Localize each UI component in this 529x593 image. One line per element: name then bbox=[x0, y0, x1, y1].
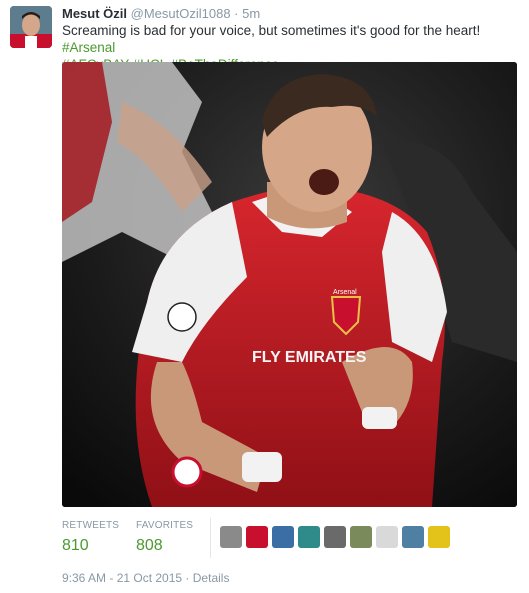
retweets-stat[interactable]: RETWEETS 810 bbox=[62, 520, 119, 555]
tweet: Mesut Özil @MesutOzil1088 · 5m Screaming… bbox=[0, 0, 529, 593]
hashtag-arsenal[interactable]: #Arsenal bbox=[62, 40, 115, 55]
tweet-photo[interactable]: FLY EMIRATES Arsenal bbox=[62, 62, 517, 507]
retweeter-avatar[interactable] bbox=[272, 526, 294, 548]
footer-separator: · bbox=[185, 571, 190, 585]
favorites-label: FAVORITES bbox=[136, 520, 194, 531]
retweeter-avatar[interactable] bbox=[428, 526, 450, 548]
retweeter-avatar[interactable] bbox=[350, 526, 372, 548]
header-separator: · bbox=[234, 6, 239, 21]
tweet-age[interactable]: 5m bbox=[242, 6, 260, 21]
retweets-count: 810 bbox=[62, 537, 89, 554]
retweeter-avatar[interactable] bbox=[324, 526, 346, 548]
retweeter-avatar[interactable] bbox=[298, 526, 320, 548]
retweeter-avatar[interactable] bbox=[376, 526, 398, 548]
tweet-timestamp[interactable]: 9:36 AM - 21 Oct 2015 bbox=[62, 571, 182, 585]
retweets-label: RETWEETS bbox=[62, 520, 120, 531]
tweet-header: Mesut Özil @MesutOzil1088 · 5m bbox=[62, 6, 260, 22]
avatar[interactable] bbox=[10, 6, 52, 48]
retweeter-avatar[interactable] bbox=[220, 526, 242, 548]
user-name[interactable]: Mesut Özil bbox=[62, 6, 127, 21]
retweeter-avatar[interactable] bbox=[402, 526, 424, 548]
favorites-count: 808 bbox=[136, 537, 163, 554]
tweet-footer: 9:36 AM - 21 Oct 2015 · Details bbox=[62, 571, 229, 585]
details-link[interactable]: Details bbox=[193, 571, 230, 585]
stats-divider bbox=[210, 518, 211, 558]
avatar-image bbox=[10, 6, 52, 48]
photo-image: FLY EMIRATES Arsenal bbox=[62, 62, 517, 507]
retweeter-avatar[interactable] bbox=[246, 526, 268, 548]
crest-text: Arsenal bbox=[333, 289, 357, 296]
user-handle[interactable]: @MesutOzil1088 bbox=[131, 6, 231, 21]
sponsor-text: FLY EMIRATES bbox=[252, 349, 367, 366]
tweet-body: Screaming is bad for your voice, but som… bbox=[62, 23, 481, 38]
favorites-stat[interactable]: FAVORITES 808 bbox=[136, 520, 193, 555]
